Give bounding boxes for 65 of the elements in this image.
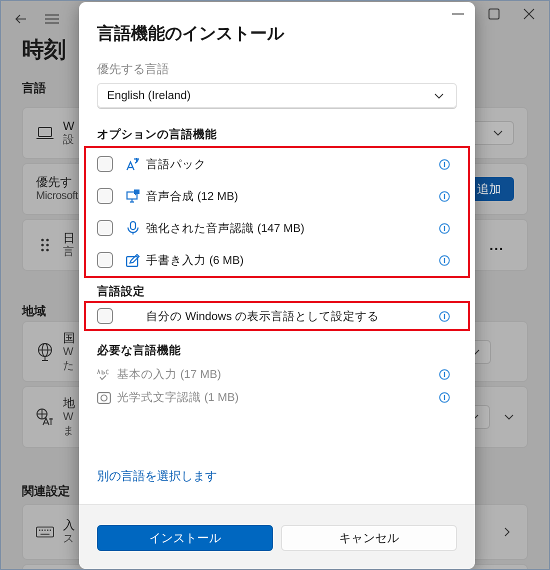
feature-label: 手書き入力 (6 MB) bbox=[146, 253, 245, 268]
section-heading: 地域 bbox=[22, 303, 46, 319]
microphone-icon bbox=[127, 221, 139, 235]
card-description: W bbox=[63, 410, 74, 424]
pen-icon bbox=[126, 254, 140, 266]
feature-label: 基本の入力 (17 MB) bbox=[117, 368, 222, 382]
speech-screen-icon bbox=[126, 189, 140, 203]
card-title: 地 bbox=[63, 396, 75, 410]
info-icon[interactable] bbox=[439, 310, 450, 322]
info-icon[interactable] bbox=[439, 392, 450, 403]
expand-chevron-icon bbox=[504, 414, 514, 420]
feature-label: 強化された音声認識 (147 MB) bbox=[146, 221, 306, 236]
keyboard-icon bbox=[36, 526, 54, 538]
card-title: 入 bbox=[63, 518, 75, 532]
section-heading: 言語 bbox=[22, 80, 46, 96]
checkbox[interactable] bbox=[97, 308, 113, 324]
close-icon[interactable] bbox=[522, 7, 536, 21]
card-title: 日 bbox=[63, 231, 75, 245]
back-arrow-icon[interactable] bbox=[15, 14, 27, 24]
card-description: た bbox=[63, 358, 74, 372]
feature-label: 言語パック bbox=[146, 157, 207, 172]
card-title: 優先す bbox=[36, 175, 72, 189]
field-label: 優先する言語 bbox=[97, 61, 170, 78]
checkbox[interactable] bbox=[97, 220, 113, 236]
card-title: W bbox=[63, 119, 74, 133]
maximize-icon[interactable] bbox=[487, 7, 501, 21]
drag-handle-icon bbox=[41, 238, 49, 252]
page-title: 時刻 bbox=[21, 36, 67, 64]
info-icon[interactable] bbox=[439, 254, 450, 266]
feature-label: 音声合成 (12 MB) bbox=[146, 189, 240, 204]
dialog-title: 言語機能のインストール bbox=[97, 23, 286, 45]
menu-icon[interactable] bbox=[45, 14, 59, 24]
card-description: ス bbox=[63, 532, 74, 546]
info-icon[interactable] bbox=[439, 158, 450, 170]
card-description: 言 bbox=[63, 245, 74, 259]
choose-language-link[interactable]: 別の言語を選択します bbox=[97, 468, 217, 484]
feature-label: 光学式文字認識 (1 MB) bbox=[117, 390, 240, 405]
card-description: ま bbox=[63, 424, 74, 438]
language-icon bbox=[36, 408, 54, 426]
cancel-button[interactable]: キャンセル bbox=[281, 525, 457, 551]
language-dropdown[interactable]: English (Ireland) bbox=[97, 83, 457, 108]
checkbox[interactable] bbox=[97, 156, 113, 172]
section-heading: オプションの言語機能 bbox=[97, 127, 218, 143]
laptop-icon bbox=[36, 126, 54, 140]
expand-button[interactable] bbox=[504, 414, 514, 420]
card-title: 国 bbox=[63, 330, 75, 344]
checkbox[interactable] bbox=[97, 252, 113, 268]
section-heading: 言語設定 bbox=[97, 284, 146, 300]
translate-icon bbox=[126, 157, 140, 171]
chevron-right-icon[interactable] bbox=[504, 527, 510, 537]
checkbox[interactable] bbox=[97, 188, 113, 204]
info-icon[interactable] bbox=[439, 190, 450, 202]
info-icon[interactable] bbox=[439, 222, 450, 234]
card-description: W bbox=[63, 344, 74, 358]
camera-icon bbox=[97, 392, 111, 404]
section-heading: 必要な言語機能 bbox=[97, 343, 182, 359]
globe-icon bbox=[37, 342, 53, 360]
feature-label: 自分の Windows の表示言語として設定する bbox=[146, 309, 380, 324]
card-description: 設 bbox=[63, 133, 74, 147]
info-icon[interactable] bbox=[439, 369, 450, 380]
more-button[interactable]: ... bbox=[489, 237, 504, 253]
spellcheck-icon bbox=[97, 368, 111, 380]
card-description: Microsoft bbox=[36, 189, 78, 203]
section-heading: 関連設定 bbox=[22, 483, 70, 499]
install-button[interactable]: インストール bbox=[97, 525, 273, 551]
